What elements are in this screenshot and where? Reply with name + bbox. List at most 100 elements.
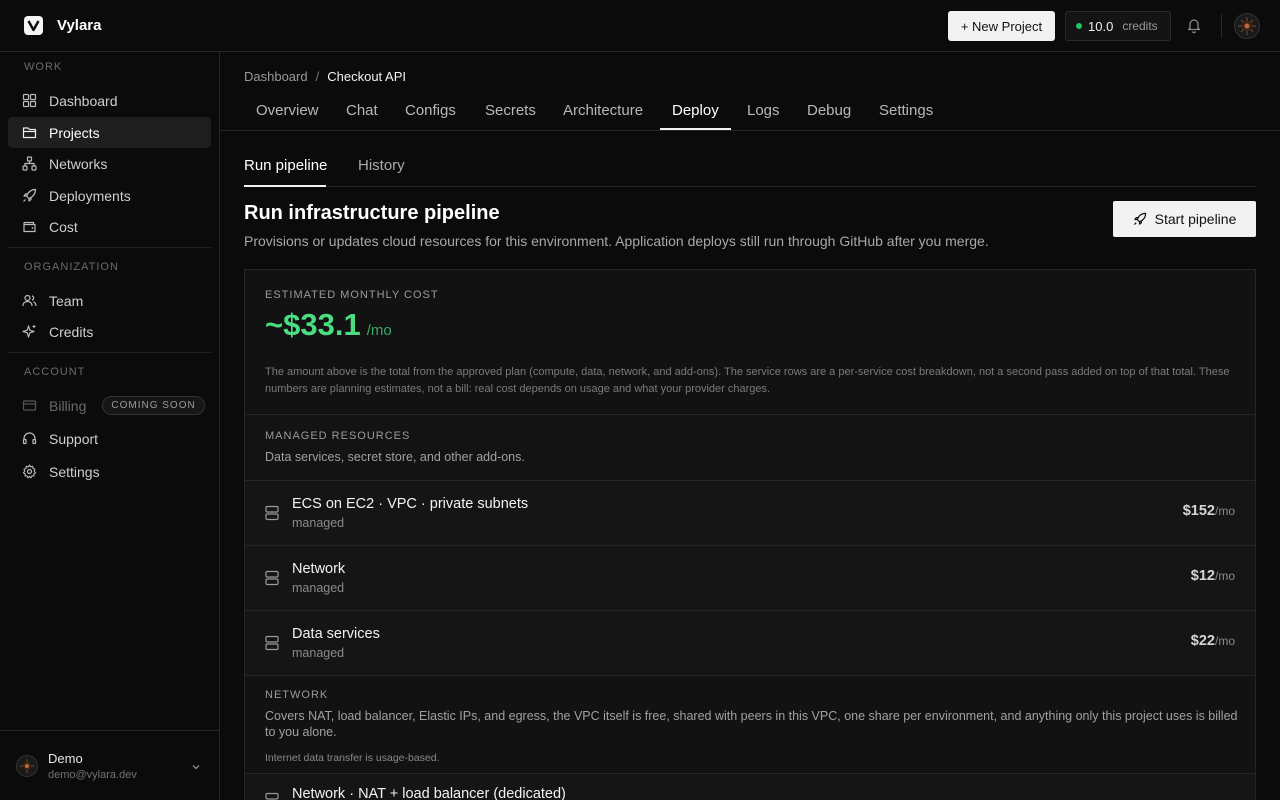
resource-row[interactable]: Network managed $12 /mo bbox=[245, 546, 1255, 611]
subtab-run-pipeline[interactable]: Run pipeline bbox=[244, 157, 327, 174]
sidebar-item-credits[interactable]: Credits bbox=[8, 316, 211, 347]
user-email: demo@vylara.dev bbox=[48, 769, 137, 781]
sidebar-item-deployments[interactable]: Deployments bbox=[8, 180, 211, 211]
folder-icon bbox=[22, 125, 37, 140]
sidebar-item-label: Cost bbox=[49, 218, 78, 235]
sidebar-item-label: Billing bbox=[49, 397, 87, 414]
price-amount: $22 bbox=[1190, 633, 1215, 649]
breadcrumb-separator: / bbox=[315, 69, 320, 84]
sidebar-item-cost[interactable]: Cost bbox=[8, 211, 211, 242]
credits-pill[interactable]: 10.0 credits bbox=[1065, 11, 1171, 41]
resource-type: managed bbox=[292, 646, 345, 660]
price-unit: /mo bbox=[1214, 634, 1235, 648]
breadcrumb: Dashboard / Checkout API bbox=[244, 69, 406, 84]
cost-amount: ~$33.1 bbox=[265, 307, 361, 342]
start-pipeline-label: Start pipeline bbox=[1154, 211, 1237, 227]
start-pipeline-button[interactable]: Start pipeline bbox=[1113, 201, 1256, 237]
sparkle-icon bbox=[22, 324, 37, 339]
section-label-organization: ORGANIZATION bbox=[24, 261, 119, 273]
rocket-icon bbox=[1133, 212, 1147, 226]
tab-settings[interactable]: Settings bbox=[879, 102, 933, 119]
resource-row[interactable]: ECS on EC2 · VPC · private subnets manag… bbox=[245, 481, 1255, 546]
cost-unit: /mo bbox=[366, 322, 392, 339]
resource-type: managed bbox=[292, 516, 345, 530]
chevron-down-icon[interactable] bbox=[190, 761, 202, 773]
sidebar-item-label: Settings bbox=[49, 463, 100, 480]
tab-chat[interactable]: Chat bbox=[346, 102, 378, 119]
server-icon bbox=[265, 505, 279, 521]
server-icon bbox=[265, 635, 279, 651]
app-name: Vylara bbox=[57, 17, 102, 34]
cost-label: ESTIMATED MONTHLY COST bbox=[265, 289, 439, 301]
tab-logs[interactable]: Logs bbox=[747, 102, 780, 119]
tab-overview[interactable]: Overview bbox=[256, 102, 319, 119]
gear-icon bbox=[22, 464, 37, 479]
coming-soon-badge: COMING SOON bbox=[102, 396, 205, 415]
cost-note: The amount above is the total from the a… bbox=[265, 366, 1230, 395]
server-icon bbox=[265, 792, 279, 800]
tab-configs[interactable]: Configs bbox=[405, 102, 456, 119]
divider bbox=[1221, 14, 1222, 38]
project-tabs: Overview Chat Configs Secrets Architectu… bbox=[220, 92, 1280, 131]
top-bar: Vylara + New Project 10.0 credits bbox=[0, 0, 1280, 52]
managed-resources-description: Data services, secret store, and other a… bbox=[265, 450, 525, 464]
sidebar: WORK Dashboard Projects Networks Deploym… bbox=[0, 52, 220, 800]
sidebar-item-label: Credits bbox=[49, 323, 94, 340]
sidebar-item-label: Support bbox=[49, 430, 99, 447]
price-unit: /mo bbox=[1214, 504, 1235, 518]
sidebar-item-dashboard[interactable]: Dashboard bbox=[8, 85, 211, 116]
network-label: NETWORK bbox=[265, 689, 329, 701]
page-description: Provisions or updates cloud resources fo… bbox=[244, 233, 989, 249]
resource-name: Network bbox=[292, 561, 346, 577]
tab-secrets[interactable]: Secrets bbox=[485, 102, 536, 119]
breadcrumb-parent[interactable]: Dashboard bbox=[244, 69, 308, 84]
resource-name: Data services bbox=[292, 626, 380, 642]
avatar[interactable] bbox=[1234, 13, 1260, 39]
resource-row[interactable]: Network · NAT + load balancer (dedicated… bbox=[245, 774, 1255, 800]
price-unit: /mo bbox=[1214, 569, 1235, 583]
cost-summary: ESTIMATED MONTHLY COST ~$33.1 /mo The am… bbox=[245, 270, 1255, 415]
sidebar-item-label: Team bbox=[49, 292, 84, 309]
sidebar-item-label: Projects bbox=[49, 124, 100, 141]
resource-price: $22 /mo bbox=[1191, 633, 1235, 649]
divider bbox=[8, 247, 211, 248]
network-note: Internet data transfer is usage-based. bbox=[265, 752, 440, 764]
rocket-icon bbox=[22, 188, 37, 203]
subtab-history[interactable]: History bbox=[358, 157, 405, 174]
status-dot bbox=[1076, 23, 1082, 29]
sidebar-item-support[interactable]: Support bbox=[8, 423, 211, 454]
resource-name: Network · NAT + load balancer (dedicated… bbox=[292, 786, 566, 800]
active-tab-indicator bbox=[660, 128, 731, 130]
tab-deploy[interactable]: Deploy bbox=[672, 102, 719, 119]
network-description: Covers NAT, load balancer, Elastic IPs, … bbox=[265, 709, 1238, 739]
resource-price: $12 /mo bbox=[1191, 568, 1235, 584]
sidebar-item-settings[interactable]: Settings bbox=[8, 456, 211, 487]
cost-value: ~$33.1 /mo bbox=[265, 307, 392, 343]
managed-resources-header: MANAGED RESOURCES Data services, secret … bbox=[245, 415, 1255, 481]
active-subtab-indicator bbox=[244, 185, 326, 187]
sidebar-item-team[interactable]: Team bbox=[8, 285, 211, 316]
sidebar-item-projects[interactable]: Projects bbox=[8, 117, 211, 148]
team-icon bbox=[22, 293, 37, 308]
deploy-subtabs: Run pipeline History bbox=[244, 142, 1256, 187]
user-name: Demo bbox=[48, 751, 83, 766]
sidebar-item-networks[interactable]: Networks bbox=[8, 148, 211, 179]
resource-price: $152 /mo bbox=[1183, 503, 1235, 519]
resource-row[interactable]: Data services managed $22 /mo bbox=[245, 611, 1255, 676]
wallet-icon bbox=[22, 219, 37, 234]
price-amount: $12 bbox=[1190, 568, 1215, 584]
tab-debug[interactable]: Debug bbox=[807, 102, 851, 119]
tab-architecture[interactable]: Architecture bbox=[563, 102, 643, 119]
user-menu[interactable]: Demo demo@vylara.dev bbox=[0, 730, 219, 800]
sidebar-item-billing: Billing COMING SOON bbox=[8, 390, 211, 421]
pipeline-panel: ESTIMATED MONTHLY COST ~$33.1 /mo The am… bbox=[244, 269, 1256, 800]
card-icon bbox=[22, 398, 37, 413]
credits-label: credits bbox=[1122, 19, 1158, 33]
section-label-work: WORK bbox=[24, 61, 63, 73]
network-section: NETWORK Covers NAT, load balancer, Elast… bbox=[245, 676, 1255, 774]
new-project-button[interactable]: + New Project bbox=[948, 11, 1055, 41]
server-icon bbox=[265, 570, 279, 586]
brand[interactable]: Vylara bbox=[24, 16, 101, 35]
bell-icon[interactable] bbox=[1186, 17, 1202, 34]
resource-name: ECS on EC2 · VPC · private subnets bbox=[292, 496, 529, 512]
